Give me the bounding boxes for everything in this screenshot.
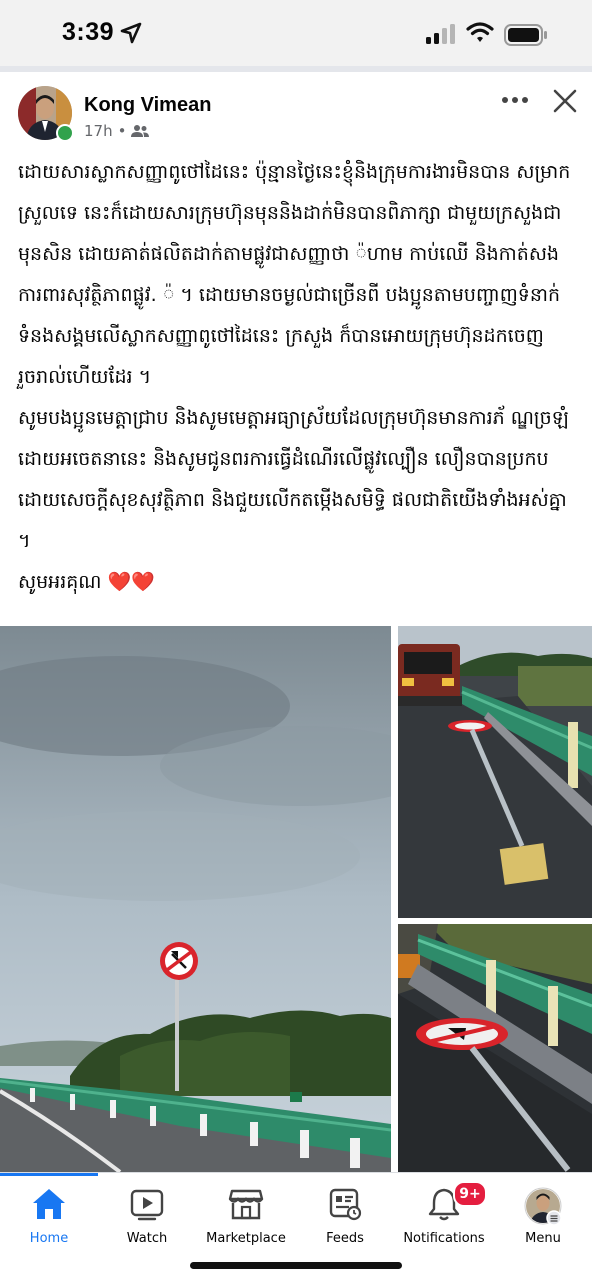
online-status-dot <box>56 124 74 142</box>
notification-badge: 9+ <box>453 1181 487 1207</box>
active-tab-indicator <box>0 1173 98 1176</box>
friends-audience-icon <box>131 125 150 137</box>
home-icon <box>33 1189 65 1219</box>
thanks-line: សូមអរគុណ ❤️❤️ <box>18 562 580 603</box>
author-name[interactable]: Kong Vimean <box>84 94 211 117</box>
photo-highway-sign[interactable] <box>0 626 391 1172</box>
wifi-icon <box>466 22 494 42</box>
photo-grid <box>0 626 592 1172</box>
heart-emoji: ❤️❤️ <box>107 571 155 593</box>
video-icon <box>130 1189 164 1221</box>
status-time: 3:39 <box>62 18 115 46</box>
profile-avatar-icon <box>524 1187 562 1226</box>
more-options-icon[interactable] <box>500 90 530 110</box>
meta-separator: • <box>117 122 127 140</box>
tab-home[interactable]: Home <box>0 1183 98 1253</box>
tab-notifications[interactable]: 9+ Notifications <box>395 1181 493 1253</box>
photo-fallen-sign[interactable] <box>398 924 592 1172</box>
thanks-text: សូមអរគុណ <box>18 571 102 593</box>
tab-menu-label: Menu <box>525 1231 561 1246</box>
tab-marketplace[interactable]: Marketplace <box>197 1183 295 1253</box>
shop-icon <box>228 1189 264 1220</box>
fallen-sign-image <box>398 924 592 1172</box>
close-icon[interactable] <box>552 88 578 114</box>
location-arrow-icon <box>120 22 142 44</box>
highway-sign-image <box>0 626 391 1172</box>
tab-menu[interactable]: Menu <box>494 1183 592 1253</box>
photo-sign-removal[interactable] <box>398 626 592 918</box>
tab-watch[interactable]: Watch <box>98 1183 196 1253</box>
feeds-icon <box>329 1188 362 1221</box>
post-text: ដោយសារស្លាកសញ្ញាពូថៅដៃនេះ ប៉ុន្មានថ្ងៃនេ… <box>18 152 580 603</box>
status-bar: 3:39 <box>0 0 592 66</box>
sign-removal-image <box>398 626 592 918</box>
tab-feeds[interactable]: Feeds <box>296 1183 394 1253</box>
top-divider <box>0 66 592 72</box>
cellular-signal-icon <box>426 24 455 44</box>
post-meta: 17h • <box>84 122 150 140</box>
home-indicator[interactable] <box>190 1262 402 1269</box>
battery-icon <box>504 24 547 46</box>
post-body: ដោយសារស្លាកសញ្ញាពូថៅដៃនេះ ប៉ុន្មានថ្ងៃនេ… <box>18 161 571 552</box>
post-time[interactable]: 17h <box>84 122 113 140</box>
